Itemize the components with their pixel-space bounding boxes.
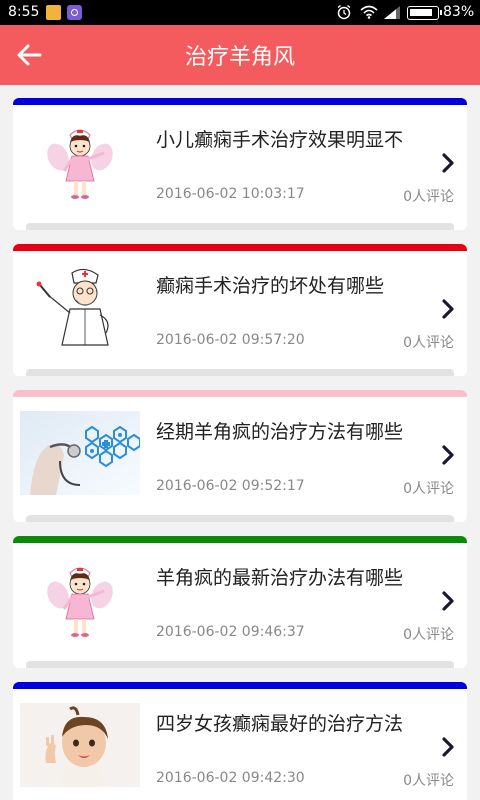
battery-icon [407, 6, 442, 20]
notification-app-icon [46, 5, 61, 20]
comment-count: 0人评论 [403, 481, 454, 497]
article-title: 四岁女孩癫痫最好的治疗方法 [156, 713, 404, 735]
signal-icon [384, 6, 400, 19]
card-accent-bar [13, 390, 467, 397]
article-date: 2016-06-02 10:03:17 [156, 186, 305, 202]
card-accent-bar [13, 244, 467, 251]
article-list: 小儿癫痫手术治疗效果明显不 2016-06-02 10:03:17 0人评论 癫… [0, 85, 480, 800]
status-time: 8:55 [8, 4, 40, 20]
wifi-icon [360, 5, 378, 19]
article-thumbnail [20, 557, 140, 641]
card-accent-bar [13, 536, 467, 543]
article-card[interactable]: 羊角疯的最新治疗办法有哪些 2016-06-02 09:46:37 0人评论 [13, 536, 467, 668]
article-date: 2016-06-02 09:52:17 [156, 478, 305, 494]
article-title: 羊角疯的最新治疗办法有哪些 [156, 567, 404, 589]
article-thumbnail [20, 265, 140, 349]
article-card[interactable]: 小儿癫痫手术治疗效果明显不 2016-06-02 10:03:17 0人评论 [13, 98, 467, 230]
comment-count: 0人评论 [403, 335, 454, 351]
article-title: 小儿癫痫手术治疗效果明显不 [156, 129, 404, 151]
article-card[interactable]: 四岁女孩癫痫最好的治疗方法 2016-06-02 09:42:30 0人评论 [13, 682, 467, 800]
nurse-cartoon-image [20, 557, 140, 641]
chevron-right-icon [442, 153, 454, 173]
comment-count: 0人评论 [403, 773, 454, 789]
card-accent-bar [13, 682, 467, 689]
card-accent-bar [13, 98, 467, 105]
chevron-right-icon [442, 299, 454, 319]
article-thumbnail [20, 119, 140, 203]
article-card[interactable]: 经期羊角疯的治疗方法有哪些 2016-06-02 09:52:17 0人评论 [13, 390, 467, 522]
chevron-right-icon [442, 445, 454, 465]
alarm-icon [337, 4, 351, 20]
article-date: 2016-06-02 09:57:20 [156, 332, 305, 348]
comment-count: 0人评论 [403, 189, 454, 205]
article-date: 2016-06-02 09:42:30 [156, 770, 305, 786]
nurse-cartoon-image [20, 119, 140, 203]
article-thumbnail [20, 411, 140, 495]
card-bottom-bar [26, 369, 454, 376]
card-bottom-bar [26, 515, 454, 522]
doctor-cartoon-image [20, 265, 140, 349]
comment-count: 0人评论 [403, 627, 454, 643]
app-bar: 治疗羊角风 [0, 25, 480, 85]
card-bottom-bar [26, 223, 454, 230]
page-title: 治疗羊角风 [184, 45, 295, 70]
child-photo-image [20, 703, 140, 787]
article-title: 癫痫手术治疗的坏处有哪些 [156, 275, 385, 297]
article-date: 2016-06-02 09:46:37 [156, 624, 305, 640]
battery-percent: 83% [443, 4, 475, 20]
chevron-right-icon [442, 591, 454, 611]
stethoscope-image [20, 411, 140, 495]
status-bar: 8:55 83% [0, 0, 480, 25]
article-card[interactable]: 癫痫手术治疗的坏处有哪些 2016-06-02 09:57:20 0人评论 [13, 244, 467, 376]
chevron-right-icon [442, 737, 454, 757]
article-thumbnail [20, 703, 140, 787]
article-title: 经期羊角疯的治疗方法有哪些 [156, 421, 404, 443]
card-bottom-bar [26, 661, 454, 668]
notification-camera-icon [67, 5, 82, 20]
